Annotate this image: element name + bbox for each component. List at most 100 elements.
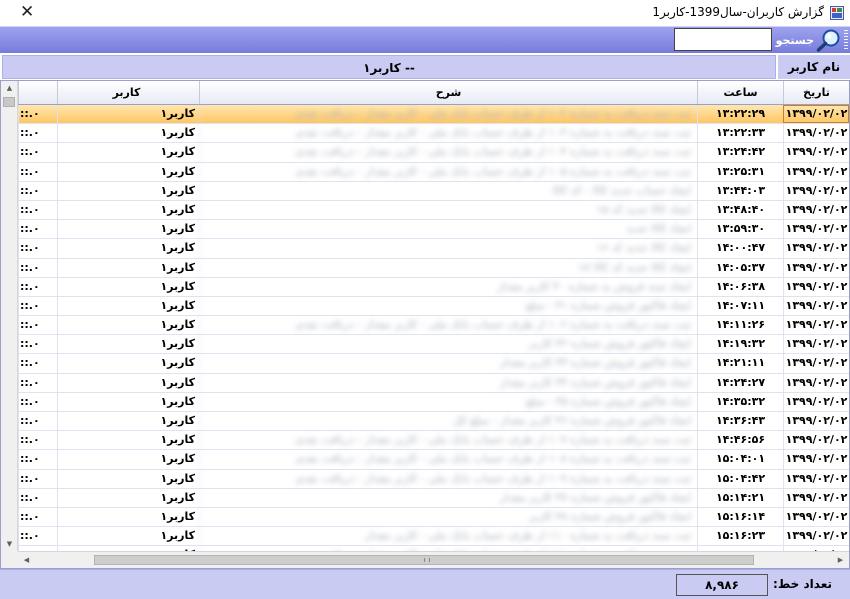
scroll-right-arrow-icon[interactable]: ▶ (832, 552, 849, 568)
cell-description[interactable]: ایجاد فاکتور فروش شماره ۳۴ کاربر مقدار (199, 373, 697, 392)
cell-time[interactable]: ۱۴:۲۴:۲۷ (697, 373, 783, 392)
cell-user[interactable]: کاربر۱ (57, 335, 199, 354)
cell-time[interactable]: ۱۴:۱۱:۲۶ (697, 316, 783, 335)
cell-time[interactable]: ۱۴:۰۷:۱۱ (697, 296, 783, 316)
cell-time[interactable]: ۱۴:۰۶:۳۸ (697, 277, 783, 296)
cell-date[interactable]: ۱۳۹۹/۰۲/۰۲ (783, 335, 849, 354)
close-icon[interactable]: ✕ (20, 2, 34, 22)
table-row[interactable]: ۱۳۹۹/۰۲/۰۲ ۱۴:۳۶:۴۳ ایجاد فاکتور فروش شمار… (18, 412, 849, 432)
cell-time[interactable]: ۱۴:۳۶:۴۳ (697, 412, 783, 431)
search-input[interactable] (674, 28, 772, 51)
horizontal-scrollbar[interactable]: ◀ ▶ (18, 551, 849, 568)
cell-date[interactable]: ۱۳۹۹/۰۲/۰۲ (783, 507, 849, 527)
cell-date[interactable]: ۱۳۹۹/۰۲/۰۲ (783, 488, 849, 507)
cell-description[interactable]: ایجاد حساب جدید کالا - کد کالا (199, 181, 697, 200)
cell-extra[interactable]: ۰.:: (18, 335, 57, 354)
cell-description[interactable]: ثبت سند دریافت به شماره ۱۰۵ از طرف حساب … (199, 162, 697, 181)
cell-date[interactable]: ۱۳۹۹/۰۲/۰۲ (783, 354, 849, 373)
cell-date[interactable]: ۱۳۹۹/۰۲/۰۲ (783, 431, 849, 450)
cell-extra[interactable]: ۰.:: (18, 316, 57, 335)
column-header-time[interactable]: ساعت (697, 81, 783, 104)
cell-extra[interactable]: ۰.:: (18, 239, 57, 258)
cell-date[interactable]: ۱۳۹۹/۰۲/۰۲ (783, 124, 849, 143)
cell-description[interactable]: ایجاد فاکتور فروش شماره ۳۵ - مبلغ (199, 392, 697, 411)
table-row[interactable]: ۱۳۹۹/۰۲/۰۲ ۱۴:۴۶:۵۶ ثبت سند دریافت به شمار… (18, 431, 849, 451)
cell-date[interactable]: ۱۳۹۹/۰۲/۰۲ (783, 450, 849, 469)
cell-extra[interactable]: ۰.:: (18, 450, 57, 469)
cell-user[interactable]: کاربر۱ (57, 200, 199, 220)
cell-extra[interactable]: ۰.:: (18, 162, 57, 181)
table-row[interactable]: ۱۳۹۹/۰۲/۰۲ ۱۳:۲۵:۳۱ ثبت سند دریافت به شمار… (18, 162, 849, 182)
table-row[interactable]: ۱۳۹۹/۰۲/۰۲ ۱۴:۱۱:۲۶ ثبت سند دریافت به شمار… (18, 316, 849, 336)
cell-user[interactable]: کاربر۱ (57, 431, 199, 450)
cell-time[interactable]: ۱۵:۰۴:۰۱ (697, 450, 783, 469)
scroll-up-arrow-icon[interactable]: ▲ (1, 81, 18, 95)
table-row[interactable]: ۱۳۹۹/۰۲/۰۲ ۱۴:۳۵:۳۲ ایجاد فاکتور فروش شمار… (18, 392, 849, 412)
cell-date[interactable]: ۱۳۹۹/۰۲/۰۲ (783, 162, 849, 181)
cell-time[interactable]: ۱۳:۵۹:۳۰ (697, 220, 783, 239)
cell-date[interactable]: ۱۳۹۹/۰۲/۰۲ (783, 105, 849, 124)
cell-description[interactable]: ثبت سند دریافت به شماره ۱۰۴ از طرف حساب … (199, 143, 697, 162)
cell-user[interactable]: کاربر۱ (57, 181, 199, 200)
toolbar-grip-icon[interactable] (844, 30, 848, 50)
cell-date[interactable]: ۱۳۹۹/۰۲/۰۲ (783, 316, 849, 335)
cell-extra[interactable]: ۰.:: (18, 431, 57, 450)
table-row[interactable]: ۱۳۹۹/۰۲/۰۲ ۱۴:۰۵:۳۷ ایجاد کالا جدید کد کال… (18, 258, 849, 278)
column-header-extra[interactable] (18, 81, 57, 104)
cell-date[interactable]: ۱۳۹۹/۰۲/۰۲ (783, 412, 849, 431)
cell-user[interactable]: کاربر۱ (57, 220, 199, 239)
cell-time[interactable]: ۱۳:۲۲:۲۹ (697, 105, 783, 124)
cell-user[interactable]: کاربر۱ (57, 105, 199, 124)
cell-user[interactable]: کاربر۱ (57, 469, 199, 488)
cell-time[interactable]: ۱۳:۲۴:۴۲ (697, 143, 783, 162)
cell-description[interactable]: ثبت سند دریافت به شماره ۱۰۷ از طرف حساب … (199, 431, 697, 450)
table-row[interactable]: ۱۳۹۹/۰۲/۰۲ ۱۳:۴۸:۴۰ ایجاد کالا جدید کد ۱۵ ک… (18, 200, 849, 221)
cell-extra[interactable]: ۰.:: (18, 412, 57, 431)
cell-description[interactable]: ثبت سند دریافت به شماره ۱۱۰ از طرف حساب … (199, 527, 697, 546)
cell-time[interactable]: ۱۳:۲۲:۳۳ (697, 124, 783, 143)
cell-user[interactable]: کاربر۱ (57, 450, 199, 469)
cell-time[interactable]: ۱۳:۴۴:۰۳ (697, 181, 783, 200)
cell-description[interactable]: ایجاد فاکتور فروش شماره ۳۸ کاربر (199, 507, 697, 527)
scroll-down-arrow-icon[interactable]: ▼ (1, 537, 18, 551)
cell-date[interactable]: ۱۳۹۹/۰۲/۰۲ (783, 258, 849, 277)
cell-date[interactable]: ۱۳۹۹/۰۲/۰۲ (783, 220, 849, 239)
cell-extra[interactable]: ۰.:: (18, 488, 57, 507)
column-header-user[interactable]: کاربر (57, 81, 199, 104)
cell-extra[interactable]: ۰.:: (18, 220, 57, 239)
cell-user[interactable]: کاربر۱ (57, 412, 199, 431)
table-row[interactable]: ۱۳۹۹/۰۲/۰۲ ۱۵:۱۶:۱۴ ایجاد فاکتور فروش شمار… (18, 507, 849, 528)
cell-user[interactable]: کاربر۱ (57, 392, 199, 411)
cell-user[interactable]: کاربر۱ (57, 239, 199, 258)
cell-date[interactable]: ۱۳۹۹/۰۲/۰۲ (783, 392, 849, 411)
table-row[interactable]: ۱۳۹۹/۰۲/۰۲ ۱۴:۲۱:۱۱ ایجاد فاکتور فروش شمار… (18, 354, 849, 374)
cell-user[interactable]: کاربر۱ (57, 162, 199, 181)
vertical-scrollbar[interactable]: ▲ ▼ (1, 81, 18, 551)
cell-time[interactable]: ۱۴:۲۱:۱۱ (697, 354, 783, 373)
cell-date[interactable]: ۱۳۹۹/۰۲/۰۲ (783, 239, 849, 258)
cell-time[interactable]: ۱۵:۱۶:۱۴ (697, 507, 783, 527)
cell-time[interactable]: ۱۴:۳۵:۳۲ (697, 392, 783, 411)
cell-description[interactable]: ایجاد کالا جدید کد ۱۵ (199, 200, 697, 220)
cell-description[interactable]: ثبت سند دریافت به شماره ۱۰۳ از طرف حساب … (199, 124, 697, 143)
cell-extra[interactable]: ۰.:: (18, 354, 57, 373)
table-row[interactable]: ۱۳۹۹/۰۲/۰۲ ۱۵:۰۴:۴۲ ثبت سند دریافت به شمار… (18, 469, 849, 489)
table-row[interactable]: ۱۳۹۹/۰۲/۰۲ ۱۳:۵۹:۳۰ ایجاد کالا جدید کاربر۱ ۰… (18, 220, 849, 240)
cell-user[interactable]: کاربر۱ (57, 488, 199, 507)
cell-time[interactable]: ۱۵:۰۴:۴۲ (697, 469, 783, 488)
cell-time[interactable]: ۱۴:۱۹:۳۲ (697, 335, 783, 354)
scroll-left-arrow-icon[interactable]: ◀ (18, 552, 35, 568)
cell-date[interactable]: ۱۳۹۹/۰۲/۰۲ (783, 373, 849, 392)
cell-date[interactable]: ۱۳۹۹/۰۲/۰۲ (783, 527, 849, 546)
cell-extra[interactable]: ۰.:: (18, 277, 57, 296)
cell-extra[interactable]: ۰.:: (18, 392, 57, 411)
cell-description[interactable]: ایجاد کالا جدید کد ۱۶ (199, 239, 697, 258)
cell-extra[interactable]: ۰.:: (18, 527, 57, 546)
table-row[interactable]: ۱۳۹۹/۰۲/۰۲ ۱۴:۲۴:۲۷ ایجاد فاکتور فروش شمار… (18, 373, 849, 393)
cell-user[interactable]: کاربر۱ (57, 296, 199, 316)
cell-date[interactable]: ۱۳۹۹/۰۲/۰۲ (783, 296, 849, 316)
cell-user[interactable]: کاربر۱ (57, 527, 199, 546)
cell-user[interactable]: کاربر۱ (57, 277, 199, 296)
cell-description[interactable]: ثبت سند دریافت به شماره ۱۰۸ از طرف حساب … (199, 450, 697, 469)
cell-user[interactable]: کاربر۱ (57, 507, 199, 527)
